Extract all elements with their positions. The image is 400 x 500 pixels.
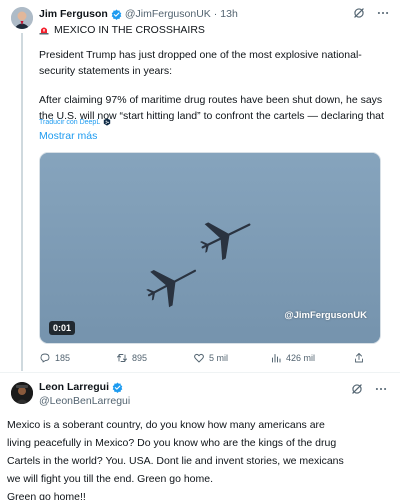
video-timer: 0:01 <box>49 321 76 335</box>
grok-icon[interactable] <box>350 382 364 396</box>
thread-line <box>21 33 23 371</box>
tweet-actions: 185 895 5 mil 426 mil <box>39 352 389 366</box>
repost-icon <box>117 354 127 362</box>
tweet-header: Jim Ferguson @JimFergusonUK · 13h <box>39 8 238 20</box>
reply-header: Leon Larregui <box>39 381 126 393</box>
reply-line: Green go home!! <box>7 491 86 500</box>
header-actions <box>352 6 390 20</box>
reply-author-handle[interactable]: @LeonBenLarregui <box>39 395 130 407</box>
reply-header-actions <box>350 382 388 396</box>
siren-icon <box>39 27 49 35</box>
headline-line: MEXICO IN THE CROSSHAIRS <box>39 24 205 36</box>
avatar[interactable] <box>11 7 33 29</box>
more-options-icon[interactable] <box>374 382 388 396</box>
author-name[interactable]: Jim Ferguson <box>39 8 108 20</box>
reply-line: living peacefully in Mexico? Do you know… <box>7 437 337 449</box>
verified-badge-icon <box>112 382 123 393</box>
repost-count: 895 <box>132 353 148 363</box>
grok-icon[interactable] <box>352 6 366 20</box>
headline: MEXICO IN THE CROSSHAIRS <box>54 24 205 36</box>
like-count: 5 mil <box>209 353 229 363</box>
reply-line: Mexico is a soberant country, do you kno… <box>7 419 325 431</box>
reply-line: we will fight you till the end. Green go… <box>7 473 214 485</box>
view-count: 426 mil <box>286 353 316 363</box>
video-watermark: @JimFergusonUK <box>284 310 367 321</box>
heart-icon <box>194 353 204 363</box>
reply-button[interactable]: 185 <box>39 352 70 364</box>
share-button[interactable] <box>353 352 365 364</box>
reply-count: 185 <box>55 353 71 363</box>
reply-text: Mexico is a soberant country, do you kno… <box>7 416 395 500</box>
tweet-paragraph-1: President Trump has just dropped one of … <box>39 49 362 77</box>
separator: · <box>213 8 218 20</box>
tweet: Jim Ferguson @JimFergusonUK · 13h MEXICO… <box>0 0 400 372</box>
divider <box>0 372 400 373</box>
reply-icon <box>40 353 50 363</box>
translate-label[interactable]: Traducir con DeepL <box>39 119 100 126</box>
translate-link[interactable]: Traducir con DeepL <box>39 118 111 126</box>
reply-avatar[interactable] <box>11 382 33 404</box>
repost-button[interactable]: 895 <box>116 352 147 364</box>
author-handle[interactable]: @JimFergusonUK <box>125 8 211 20</box>
video-player[interactable]: @JimFergusonUK 0:01 <box>39 152 381 344</box>
more-options-icon[interactable] <box>376 6 390 20</box>
verified-badge-icon <box>111 9 122 20</box>
show-more-link[interactable]: Mostrar más <box>39 130 97 142</box>
analytics-icon <box>272 354 281 363</box>
reply-author-name[interactable]: Leon Larregui <box>39 381 109 393</box>
like-button[interactable]: 5 mil <box>193 352 228 364</box>
deepl-icon <box>104 118 111 126</box>
reply-line: Cartels in the world? You. USA. Dont lie… <box>7 455 344 467</box>
timestamp[interactable]: 13h <box>220 8 238 20</box>
views-button[interactable]: 426 mil <box>270 352 315 364</box>
share-icon <box>355 353 363 363</box>
